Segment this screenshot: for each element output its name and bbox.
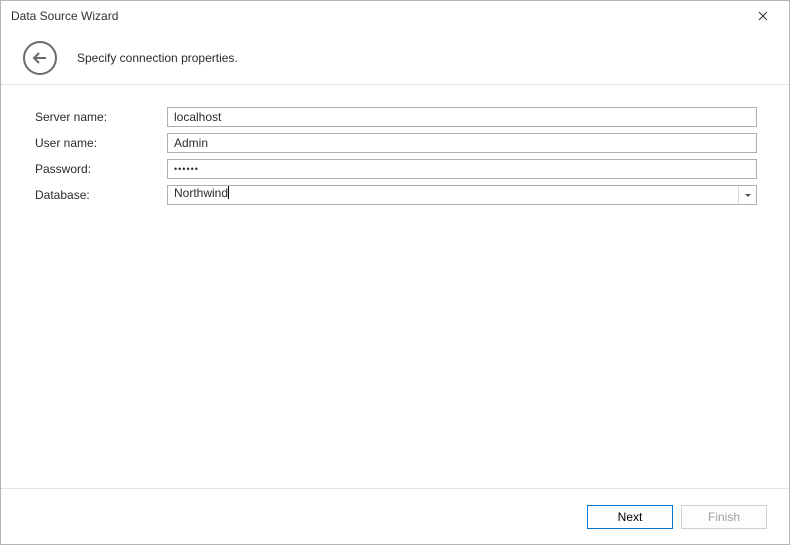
database-row: Database: Northwind <box>35 185 757 205</box>
close-button[interactable] <box>745 2 781 30</box>
wizard-footer: Next Finish <box>1 488 789 544</box>
user-name-row: User name: <box>35 133 757 153</box>
server-name-label: Server name: <box>35 110 167 124</box>
text-cursor <box>228 186 229 199</box>
form-area: Server name: User name: Password: ••••••… <box>1 91 789 205</box>
next-button[interactable]: Next <box>587 505 673 529</box>
server-name-input[interactable] <box>167 107 757 127</box>
server-name-row: Server name: <box>35 107 757 127</box>
password-input[interactable]: •••••• <box>167 159 757 179</box>
window-title: Data Source Wizard <box>11 9 118 23</box>
title-bar: Data Source Wizard <box>1 1 789 31</box>
user-name-input[interactable] <box>167 133 757 153</box>
wizard-subtitle: Specify connection properties. <box>77 51 238 65</box>
arrow-left-icon <box>32 51 48 65</box>
user-name-label: User name: <box>35 136 167 150</box>
database-label: Database: <box>35 188 167 202</box>
database-dropdown-button[interactable] <box>739 185 757 205</box>
close-icon <box>758 11 768 21</box>
database-input[interactable]: Northwind <box>167 185 739 205</box>
database-combobox[interactable]: Northwind <box>167 185 757 205</box>
back-button[interactable] <box>23 41 57 75</box>
password-row: Password: •••••• <box>35 159 757 179</box>
password-label: Password: <box>35 162 167 176</box>
chevron-down-icon <box>745 194 751 197</box>
finish-button: Finish <box>681 505 767 529</box>
wizard-header: Specify connection properties. <box>1 31 789 85</box>
